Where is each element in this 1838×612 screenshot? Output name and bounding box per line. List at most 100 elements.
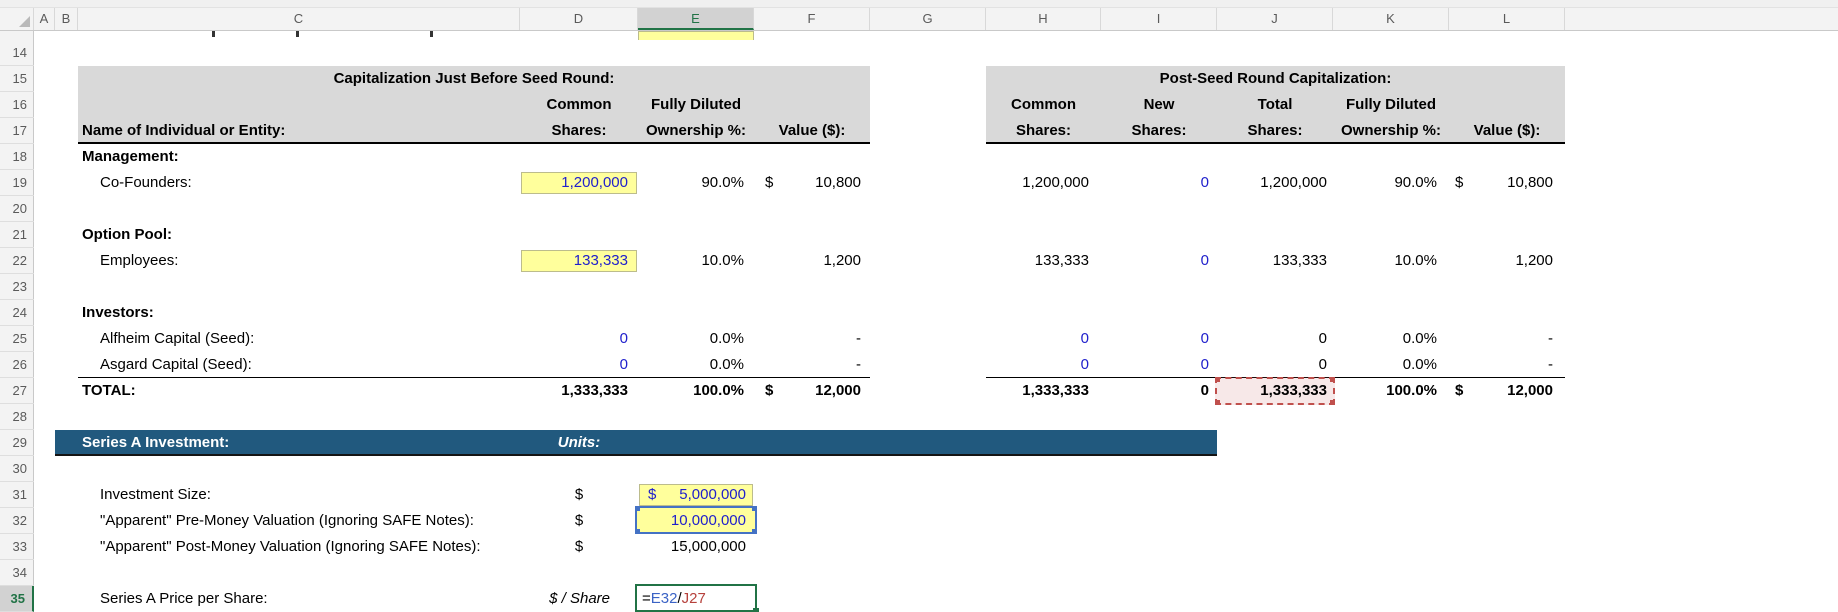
alfheim-post-value[interactable]: - bbox=[1449, 326, 1553, 352]
row-header-23[interactable]: 23 bbox=[0, 274, 34, 300]
investment-size-label[interactable]: Investment Size: bbox=[100, 482, 211, 508]
row-header-29[interactable]: 29 bbox=[0, 430, 34, 456]
row-header-18[interactable]: 18 bbox=[0, 144, 34, 170]
total-post-common[interactable]: 1,333,333 bbox=[986, 378, 1089, 404]
alfheim-common-shares[interactable]: 0 bbox=[520, 326, 628, 352]
asgard-total-shares[interactable]: 0 bbox=[1217, 352, 1327, 378]
investment-size-unit[interactable]: $ bbox=[520, 482, 638, 508]
section-management[interactable]: Management: bbox=[82, 144, 179, 170]
header-common-right[interactable]: Common bbox=[986, 92, 1101, 118]
employees-ownership[interactable]: 10.0% bbox=[638, 248, 744, 274]
asgard-post-common[interactable]: 0 bbox=[986, 352, 1089, 378]
row-header-17[interactable]: 17 bbox=[0, 118, 34, 144]
fill-handle-icon[interactable] bbox=[753, 608, 759, 612]
co-founders-label[interactable]: Co-Founders: bbox=[100, 170, 192, 196]
section-investors[interactable]: Investors: bbox=[82, 300, 154, 326]
row-header-33[interactable]: 33 bbox=[0, 534, 34, 560]
asgard-value[interactable]: - bbox=[754, 352, 861, 378]
price-per-share-label[interactable]: Series A Price per Share: bbox=[100, 586, 268, 612]
column-header-k[interactable]: K bbox=[1333, 8, 1449, 30]
post-money-value[interactable]: 15,000,000 bbox=[638, 534, 746, 560]
employees-post-ownership[interactable]: 10.0% bbox=[1333, 248, 1437, 274]
column-header-h[interactable]: H bbox=[986, 8, 1101, 30]
total-label[interactable]: TOTAL: bbox=[82, 378, 136, 404]
total-total-shares[interactable]: 1,333,333 bbox=[1217, 378, 1327, 404]
post-money-unit[interactable]: $ bbox=[520, 534, 638, 560]
row-header-30[interactable]: 30 bbox=[0, 456, 34, 482]
total-post-value[interactable]: 12,000 bbox=[1449, 378, 1553, 404]
employees-value[interactable]: 1,200 bbox=[754, 248, 861, 274]
employees-post-common[interactable]: 133,333 bbox=[986, 248, 1089, 274]
row-header-14[interactable]: 14 bbox=[0, 40, 34, 66]
header-name-of-entity[interactable]: Name of Individual or Entity: bbox=[82, 118, 285, 144]
asgard-label[interactable]: Asgard Capital (Seed): bbox=[100, 352, 252, 378]
alfheim-ownership[interactable]: 0.0% bbox=[638, 326, 744, 352]
row-header-24[interactable]: 24 bbox=[0, 300, 34, 326]
header-fully-diluted-right[interactable]: Fully Diluted bbox=[1333, 92, 1449, 118]
row-header-19[interactable]: 19 bbox=[0, 170, 34, 196]
header-ownership-right[interactable]: Ownership %: bbox=[1333, 118, 1449, 144]
section-option-pool[interactable]: Option Pool: bbox=[82, 222, 172, 248]
column-header-a[interactable]: A bbox=[34, 8, 55, 30]
column-header-c[interactable]: C bbox=[78, 8, 520, 30]
alfheim-label[interactable]: Alfheim Capital (Seed): bbox=[100, 326, 254, 352]
row-header-16[interactable]: 16 bbox=[0, 92, 34, 118]
column-header-f[interactable]: F bbox=[754, 8, 870, 30]
co-founders-ownership[interactable]: 90.0% bbox=[638, 170, 744, 196]
row-header-35-active[interactable]: 35 bbox=[0, 586, 34, 612]
column-header-i[interactable]: I bbox=[1101, 8, 1217, 30]
asgard-post-ownership[interactable]: 0.0% bbox=[1333, 352, 1437, 378]
alfheim-value[interactable]: - bbox=[754, 326, 861, 352]
row-header-15[interactable]: 15 bbox=[0, 66, 34, 92]
column-header-e-selected[interactable]: E bbox=[638, 8, 754, 30]
post-money-label[interactable]: "Apparent" Post-Money Valuation (Ignorin… bbox=[100, 534, 481, 560]
row-header-21[interactable]: 21 bbox=[0, 222, 34, 248]
header-value-right[interactable]: Value ($): bbox=[1449, 118, 1565, 144]
header-shares-h[interactable]: Shares: bbox=[986, 118, 1101, 144]
alfheim-total-shares[interactable]: 0 bbox=[1217, 326, 1327, 352]
pre-money-unit[interactable]: $ bbox=[520, 508, 638, 534]
employees-label[interactable]: Employees: bbox=[100, 248, 178, 274]
investment-size-value[interactable]: 5,000,000 bbox=[638, 482, 746, 508]
column-header-l[interactable]: L bbox=[1449, 8, 1565, 30]
alfheim-post-common[interactable]: 0 bbox=[986, 326, 1089, 352]
co-founders-post-common[interactable]: 1,200,000 bbox=[986, 170, 1089, 196]
employees-post-value[interactable]: 1,200 bbox=[1449, 248, 1553, 274]
row-header-22[interactable]: 22 bbox=[0, 248, 34, 274]
asgard-new-shares[interactable]: 0 bbox=[1101, 352, 1209, 378]
header-value-left[interactable]: Value ($): bbox=[754, 118, 870, 144]
select-all-corner[interactable] bbox=[0, 8, 34, 30]
row-header-31[interactable]: 31 bbox=[0, 482, 34, 508]
row-header-28[interactable]: 28 bbox=[0, 404, 34, 430]
header-total[interactable]: Total bbox=[1217, 92, 1333, 118]
formula-text[interactable]: =E32/J27 bbox=[642, 586, 706, 612]
header-fully-diluted-left[interactable]: Fully Diluted bbox=[638, 92, 754, 118]
header-ownership-left[interactable]: Ownership %: bbox=[638, 118, 754, 144]
co-founders-post-ownership[interactable]: 90.0% bbox=[1333, 170, 1437, 196]
header-shares-i[interactable]: Shares: bbox=[1101, 118, 1217, 144]
pre-money-value[interactable]: 10,000,000 bbox=[638, 508, 746, 534]
asgard-common-shares[interactable]: 0 bbox=[520, 352, 628, 378]
alfheim-post-ownership[interactable]: 0.0% bbox=[1333, 326, 1437, 352]
co-founders-total-shares[interactable]: 1,200,000 bbox=[1217, 170, 1327, 196]
total-post-ownership[interactable]: 100.0% bbox=[1333, 378, 1437, 404]
co-founders-value[interactable]: 10,800 bbox=[754, 170, 861, 196]
asgard-post-value[interactable]: - bbox=[1449, 352, 1553, 378]
row-header-26[interactable]: 26 bbox=[0, 352, 34, 378]
employees-common-shares[interactable]: 133,333 bbox=[520, 248, 628, 274]
header-shares-j[interactable]: Shares: bbox=[1217, 118, 1333, 144]
column-header-d[interactable]: D bbox=[520, 8, 638, 30]
asgard-ownership[interactable]: 0.0% bbox=[638, 352, 744, 378]
alfheim-new-shares[interactable]: 0 bbox=[1101, 326, 1209, 352]
total-value[interactable]: 12,000 bbox=[754, 378, 861, 404]
column-header-g[interactable]: G bbox=[870, 8, 986, 30]
row-header-27[interactable]: 27 bbox=[0, 378, 34, 404]
header-common-left[interactable]: Common bbox=[520, 92, 638, 118]
total-new-shares[interactable]: 0 bbox=[1101, 378, 1209, 404]
employees-total-shares[interactable]: 133,333 bbox=[1217, 248, 1327, 274]
column-header-j[interactable]: J bbox=[1217, 8, 1333, 30]
row-header-34[interactable]: 34 bbox=[0, 560, 34, 586]
left-table-title[interactable]: Capitalization Just Before Seed Round: bbox=[78, 66, 870, 92]
right-table-title[interactable]: Post-Seed Round Capitalization: bbox=[986, 66, 1565, 92]
total-common-shares[interactable]: 1,333,333 bbox=[520, 378, 628, 404]
